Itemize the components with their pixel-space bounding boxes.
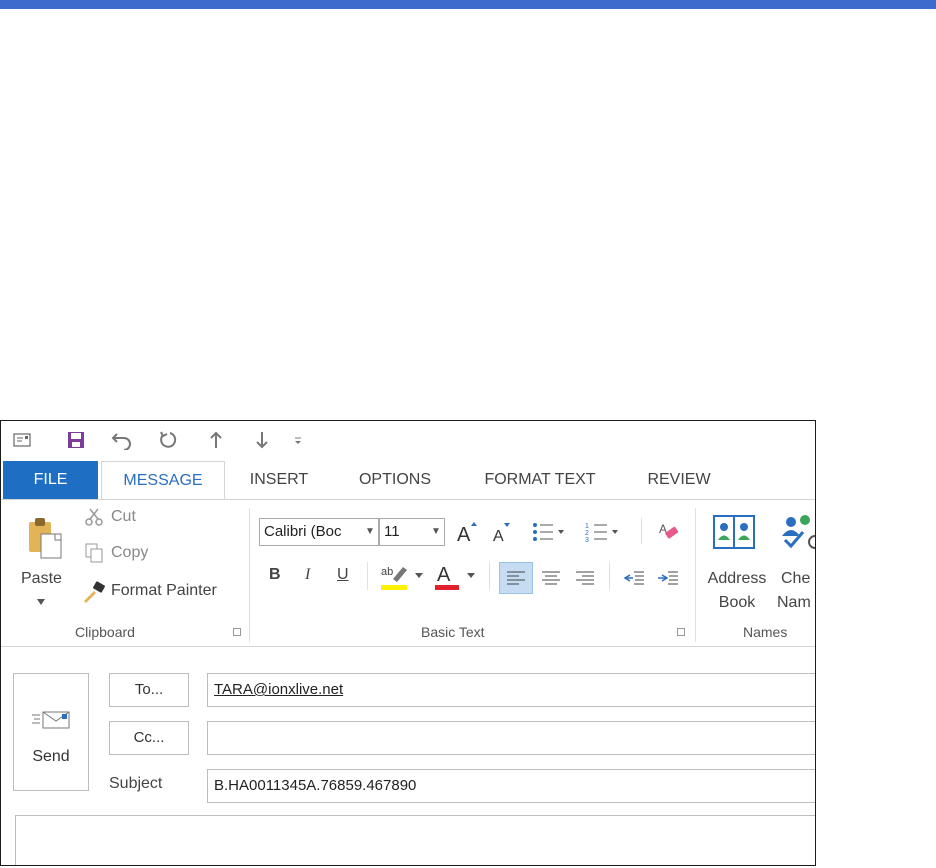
names-group-label: Names	[743, 624, 788, 640]
check-names-line1[interactable]: Che	[781, 570, 810, 588]
cc-field[interactable]	[207, 721, 815, 755]
down-arrow-icon[interactable]	[249, 427, 275, 453]
svg-text:A: A	[437, 564, 451, 586]
paste-dropdown-icon[interactable]	[33, 596, 49, 608]
address-book-line1[interactable]: Address	[703, 570, 771, 588]
underline-button[interactable]: U	[337, 566, 349, 584]
basic-text-group-label: Basic Text	[421, 624, 485, 640]
font-color-icon[interactable]: A	[433, 560, 481, 594]
message-body[interactable]	[15, 815, 815, 865]
grow-font-icon[interactable]: A	[453, 518, 479, 546]
send-button-label: Send	[32, 748, 70, 765]
group-separator	[249, 508, 250, 642]
tab-insert[interactable]: INSERT	[235, 461, 323, 499]
customize-icon[interactable]	[285, 427, 311, 453]
format-painter-icon[interactable]	[81, 580, 107, 604]
subject-field[interactable]: B.HA0011345A.76859.467890	[207, 769, 815, 803]
group-separator	[695, 508, 696, 642]
ribbon-tabs: FILE MESSAGE INSERT OPTIONS FORMAT TEXT …	[1, 461, 815, 500]
compose-window: FILE MESSAGE INSERT OPTIONS FORMAT TEXT …	[0, 420, 816, 866]
align-center-icon[interactable]	[535, 562, 567, 594]
subject-label: Subject	[109, 775, 163, 792]
envelope-icon[interactable]	[9, 427, 35, 453]
tab-review[interactable]: REVIEW	[633, 461, 725, 499]
redo-icon[interactable]	[155, 427, 181, 453]
cut-icon[interactable]	[83, 506, 105, 528]
font-size-value: 11	[384, 523, 400, 540]
undo-icon[interactable]	[109, 427, 135, 453]
chevron-down-icon: ▼	[365, 526, 375, 537]
compose-header: Send To... TARA@ionxlive.net Cc... Subje…	[1, 647, 815, 865]
svg-text:3: 3	[585, 537, 589, 543]
clear-formatting-icon[interactable]: A	[655, 518, 683, 546]
inline-separator	[367, 562, 368, 590]
increase-indent-icon[interactable]	[653, 562, 683, 594]
svg-text:A: A	[457, 524, 471, 543]
tab-message[interactable]: MESSAGE	[101, 461, 225, 500]
align-left-icon[interactable]	[499, 562, 533, 594]
up-arrow-icon[interactable]	[203, 427, 229, 453]
svg-text:1: 1	[585, 523, 589, 530]
tab-options[interactable]: OPTIONS	[343, 461, 447, 499]
svg-text:A: A	[493, 528, 504, 543]
bullets-icon[interactable]	[531, 518, 565, 546]
svg-text:ab: ab	[381, 566, 393, 578]
address-book-icon[interactable]	[709, 510, 759, 554]
copy-icon[interactable]	[83, 542, 105, 564]
top-accent-bar	[0, 0, 936, 9]
to-field[interactable]: TARA@ionxlive.net	[207, 673, 815, 707]
inline-separator	[609, 562, 610, 590]
inline-separator	[489, 562, 490, 590]
bold-button[interactable]: B	[269, 566, 281, 584]
basic-text-launcher-icon[interactable]	[677, 628, 685, 636]
send-envelope-icon	[30, 708, 72, 732]
tab-file[interactable]: FILE	[3, 461, 98, 499]
numbering-icon[interactable]: 123	[585, 518, 619, 546]
check-names-line2[interactable]: Nam	[777, 594, 811, 612]
check-names-icon[interactable]	[779, 510, 815, 554]
ribbon: Paste Cut Copy Format Painter Clipboard	[1, 499, 815, 647]
highlight-icon[interactable]: ab	[379, 560, 427, 594]
save-icon[interactable]	[63, 427, 89, 453]
cc-button[interactable]: Cc...	[109, 721, 189, 755]
paste-icon[interactable]	[21, 514, 69, 562]
svg-text:2: 2	[585, 530, 589, 537]
quick-access-toolbar	[1, 421, 815, 459]
font-name-select[interactable]: Calibri (Boc ▼	[259, 518, 379, 546]
address-book-line2[interactable]: Book	[703, 594, 771, 612]
cut-button[interactable]: Cut	[111, 508, 136, 526]
format-painter-button[interactable]: Format Painter	[111, 582, 217, 600]
tab-format-text[interactable]: FORMAT TEXT	[469, 461, 611, 499]
paste-button[interactable]: Paste	[21, 570, 62, 588]
clipboard-group-label: Clipboard	[75, 624, 135, 640]
font-size-select[interactable]: 11 ▼	[379, 518, 445, 546]
clipboard-launcher-icon[interactable]	[233, 628, 241, 636]
align-right-icon[interactable]	[569, 562, 601, 594]
copy-button[interactable]: Copy	[111, 544, 148, 562]
italic-button[interactable]: I	[305, 566, 310, 584]
font-name-value: Calibri (Boc	[264, 523, 342, 540]
send-button[interactable]: Send	[13, 673, 89, 791]
decrease-indent-icon[interactable]	[619, 562, 649, 594]
inline-separator	[641, 518, 642, 544]
shrink-font-icon[interactable]: A	[487, 518, 513, 546]
to-button[interactable]: To...	[109, 673, 189, 707]
chevron-down-icon: ▼	[431, 526, 441, 537]
